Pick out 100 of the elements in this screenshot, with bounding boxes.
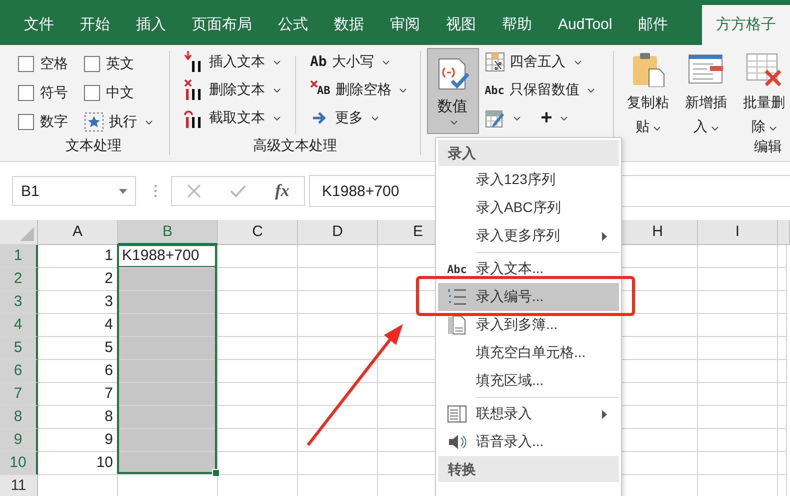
checkbox[interactable] (18, 56, 34, 72)
ribbon-tab[interactable]: 邮件 (626, 5, 680, 45)
caret-icon (145, 120, 153, 124)
table-pencil-icon (484, 108, 505, 128)
number-button[interactable]: 数值 (426, 48, 479, 134)
ribbon-tab[interactable]: 审阅 (378, 5, 432, 45)
table-cell: K1988+700 (118, 245, 218, 268)
table-cell: 8 (38, 406, 118, 429)
menu-button[interactable]: 截取文本 (184, 108, 281, 128)
ribbon-tab[interactable]: 数据 (322, 5, 376, 45)
caret-icon (512, 116, 521, 120)
table-edit-button[interactable] (484, 108, 521, 128)
speaker-icon (447, 432, 467, 452)
table-cell: 3 (38, 291, 118, 314)
row-header[interactable]: 6 (0, 360, 38, 383)
caret-icon (382, 60, 390, 64)
menu-item[interactable]: 填充空白单元格... (438, 339, 619, 367)
column-header[interactable]: C (218, 220, 298, 245)
table-cell: 1 (38, 245, 118, 268)
row-header[interactable]: 7 (0, 383, 38, 406)
menu-button[interactable]: Abc 只保留数值 (484, 80, 596, 100)
ribbon-button[interactable]: 批量删除 (738, 51, 790, 138)
caret-icon (273, 60, 281, 64)
table-cell (778, 337, 787, 360)
caret-icon (652, 126, 660, 131)
ribbon-button[interactable]: 新增插入 (680, 51, 732, 138)
table-cell: 7 (38, 383, 118, 406)
menu-button[interactable]: AB 删除空格 (310, 80, 408, 100)
ribbon-tab[interactable]: 公式 (266, 5, 320, 45)
menu-item[interactable]: 语音录入... (438, 428, 619, 456)
row-header[interactable]: 9 (0, 429, 38, 452)
menu-button[interactable]: 更多 (310, 108, 408, 128)
table-cell: 9 (38, 429, 118, 452)
row-header[interactable]: 10 (0, 452, 38, 475)
submenu-arrow-icon (602, 410, 607, 418)
delete-icon (310, 80, 318, 88)
menu-item[interactable]: Abc 录入文本... (438, 255, 619, 283)
insert-function-button[interactable]: fx (275, 181, 290, 201)
row-header[interactable]: 8 (0, 406, 38, 429)
ribbon-tab[interactable]: 页面布局 (180, 5, 264, 45)
table-cell (778, 291, 787, 314)
checkbox[interactable] (84, 56, 100, 72)
menu-item[interactable]: 录入到多簿... (438, 311, 619, 339)
table-cell (778, 452, 787, 475)
checkbox[interactable] (84, 85, 100, 101)
table-cell (778, 268, 787, 291)
table-cell (778, 429, 787, 452)
caret-icon (560, 116, 568, 120)
menu-item[interactable]: 填充区域... (438, 367, 619, 395)
caret-icon (710, 126, 718, 131)
caret-icon (273, 88, 281, 92)
checkbox-label: 符号 (40, 84, 68, 102)
drag-handle-icon[interactable] (154, 184, 157, 198)
dropdown-arrow-icon (119, 188, 127, 194)
ribbon-tab[interactable]: 帮助 (490, 5, 544, 45)
ribbon-tab[interactable]: 插入 (124, 5, 178, 45)
menu-item[interactable]: 录入123序列 (438, 166, 619, 194)
ribbon-tab[interactable]: 文件 (12, 5, 66, 45)
row-header[interactable]: 5 (0, 337, 38, 360)
column-header[interactable]: D (298, 220, 378, 245)
column-header[interactable]: I (698, 220, 778, 245)
row-header[interactable]: 4 (0, 314, 38, 337)
menu-section-header: 转换 (438, 456, 619, 482)
table-cell: 10 (38, 452, 118, 475)
menu-button[interactable]: Ab 大小写 (310, 52, 408, 72)
menu-button[interactable]: 四舍五入 (484, 52, 596, 72)
table-cell: 4 (38, 314, 118, 337)
ribbon-tab[interactable]: 开始 (68, 5, 122, 45)
column-header[interactable]: B (118, 220, 218, 245)
fill-handle[interactable] (212, 469, 220, 477)
menu-item[interactable]: 录入ABC序列 (438, 194, 619, 222)
table-percent-icon (484, 52, 505, 72)
table-cell: 2 (38, 268, 118, 291)
ribbon-tab[interactable]: AudTool (546, 5, 624, 45)
row-header[interactable]: 3 (0, 291, 38, 314)
column-header[interactable]: A (38, 220, 118, 245)
name-box[interactable]: B1 (12, 176, 136, 206)
menu-button[interactable]: 插入文本 (184, 52, 281, 72)
checkbox[interactable] (18, 114, 34, 130)
add-button[interactable]: + (540, 108, 568, 128)
ribbon-button[interactable]: 复制粘贴 (622, 51, 674, 138)
documents-icon (447, 315, 467, 335)
menu-item[interactable]: 联想录入 (438, 400, 619, 428)
checkbox[interactable] (18, 85, 34, 101)
row-header[interactable]: 1 (0, 245, 38, 268)
menu-item[interactable]: 录入编号... (438, 283, 619, 311)
table-cell: 5 (38, 337, 118, 360)
caret-icon (450, 120, 458, 125)
row-header[interactable]: 2 (0, 268, 38, 291)
menu-button[interactable]: 删除文本 (184, 80, 281, 100)
table-cell (778, 314, 787, 337)
ribbon-tab[interactable]: 方方格子 (702, 5, 790, 45)
ribbon-tab[interactable]: 视图 (434, 5, 488, 45)
checkbox-label: 英文 (106, 55, 134, 73)
checkbox-label: 空格 (40, 55, 68, 73)
caret-icon (371, 116, 379, 120)
run-button[interactable]: 执行 (84, 112, 174, 132)
submenu-arrow-icon (602, 232, 607, 240)
row-header[interactable]: 11 (0, 475, 38, 496)
menu-item[interactable]: 录入更多序列 (438, 222, 619, 250)
